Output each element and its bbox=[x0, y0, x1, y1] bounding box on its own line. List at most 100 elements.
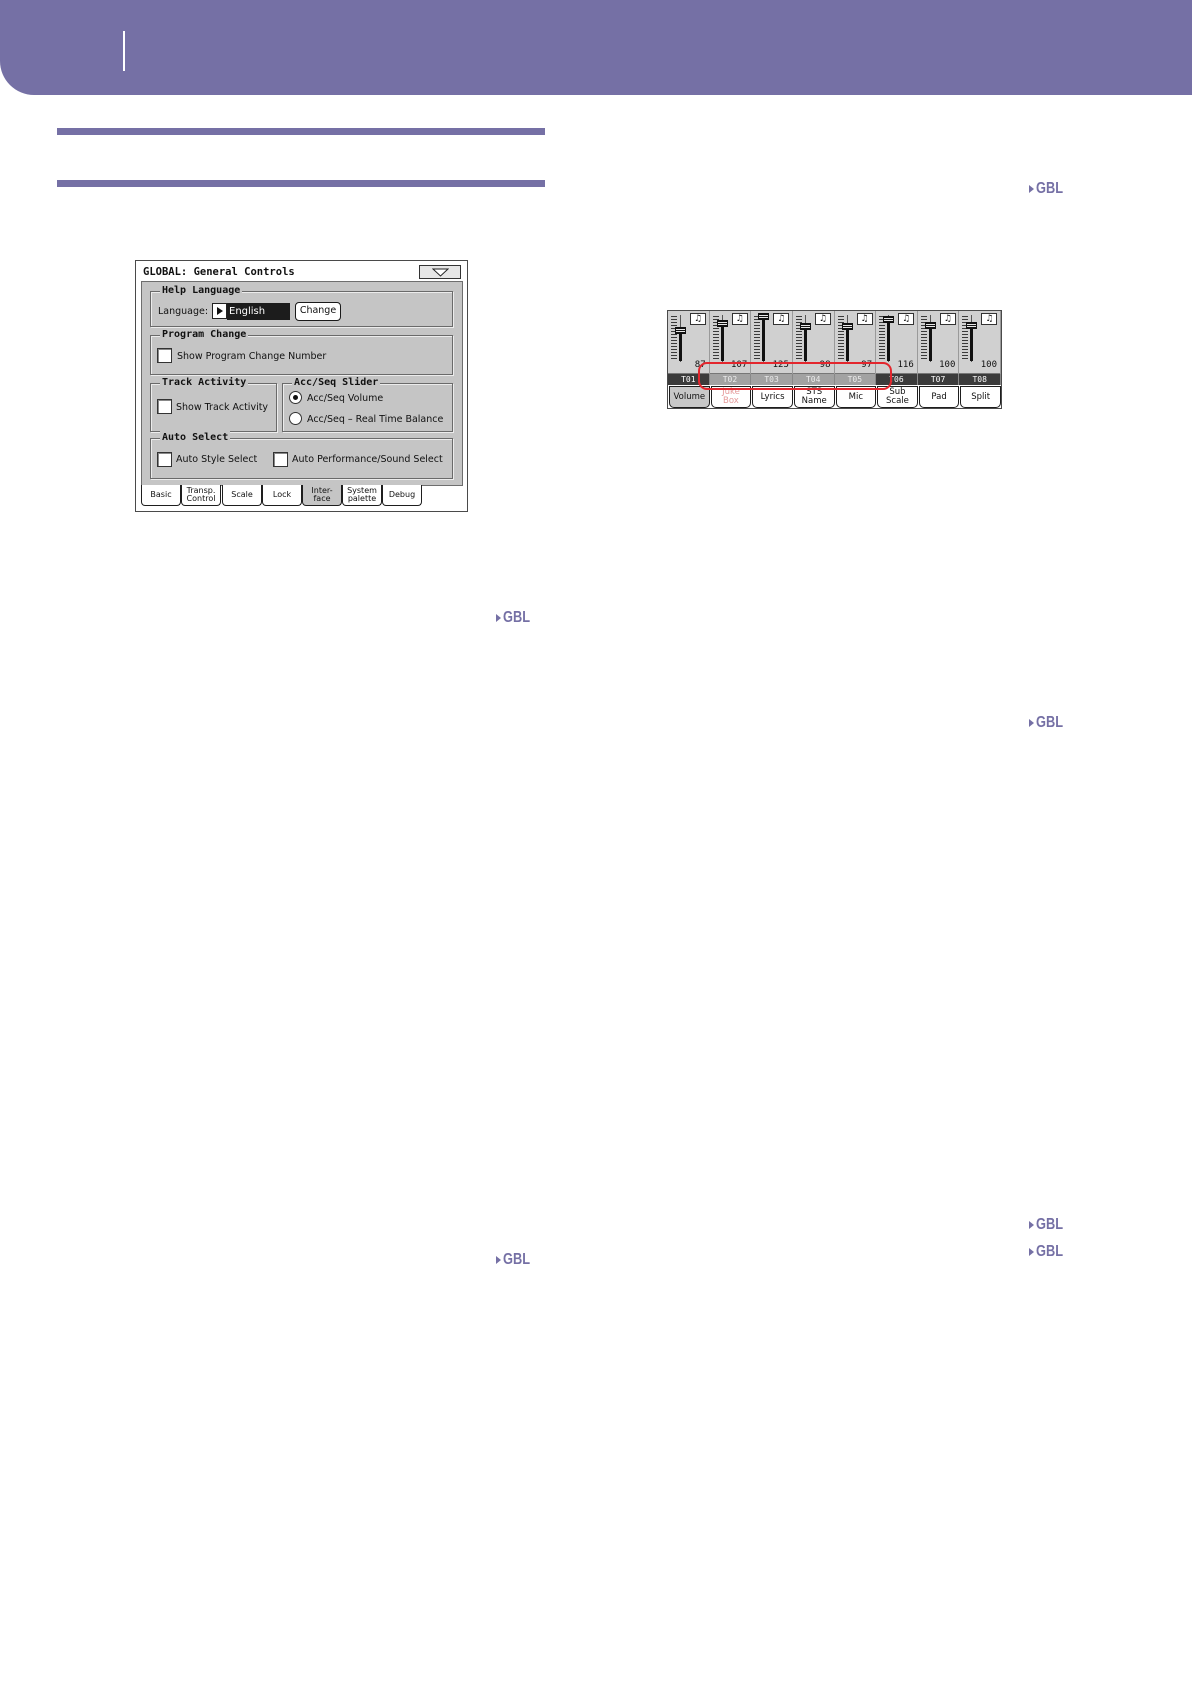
volume-value: 87 bbox=[694, 360, 706, 370]
show-track-activity-checkbox[interactable] bbox=[157, 399, 172, 414]
volume-slider-knob[interactable] bbox=[758, 313, 770, 321]
help-language-heading: Help Language bbox=[160, 284, 243, 297]
slider-level-fill bbox=[803, 326, 807, 361]
note-icon[interactable] bbox=[773, 313, 790, 325]
auto-performance-select-checkbox[interactable] bbox=[273, 452, 288, 467]
gbl-marker-label: GBL bbox=[503, 1251, 531, 1268]
volume-slider-knob[interactable] bbox=[841, 323, 853, 331]
gbl-reference-marker: GBL bbox=[1029, 180, 1069, 197]
show-program-change-label: Show Program Change Number bbox=[177, 351, 327, 362]
slider-level-fill bbox=[845, 326, 849, 361]
auto-select-group: Auto Select Auto Style Select Auto Perfo… bbox=[150, 431, 453, 479]
slider-level-fill bbox=[928, 325, 932, 361]
slider-scale-ticks bbox=[754, 316, 761, 361]
auto-performance-select-label: Auto Performance/Sound Select bbox=[292, 454, 443, 465]
gbl-reference-marker: GBL bbox=[1029, 1243, 1069, 1260]
track-label: T02 bbox=[709, 374, 752, 385]
note-icon[interactable] bbox=[731, 313, 748, 325]
track-label: T05 bbox=[834, 374, 877, 385]
triangle-right-icon bbox=[1029, 1220, 1034, 1229]
note-icon[interactable] bbox=[898, 313, 915, 325]
mixer-channel: 98 bbox=[793, 311, 835, 374]
tab-scale[interactable]: Scale bbox=[222, 485, 262, 506]
track-label: T03 bbox=[751, 374, 793, 385]
tab-debug[interactable]: Debug bbox=[382, 485, 422, 506]
manual-page: GBL GBL GBL GBL GBL GBL GLOBAL: General … bbox=[0, 0, 1192, 1686]
slider-level-fill bbox=[970, 325, 974, 361]
volume-slider-knob[interactable] bbox=[799, 322, 811, 330]
note-icon[interactable] bbox=[690, 313, 706, 325]
triangle-right-icon bbox=[217, 306, 223, 315]
gbl-marker-label: GBL bbox=[1036, 1243, 1064, 1260]
language-value-field[interactable]: English bbox=[227, 303, 290, 320]
slider-scale-ticks bbox=[671, 316, 677, 361]
help-language-group: Help Language Language: English Change bbox=[150, 284, 453, 327]
triangle-right-icon bbox=[496, 613, 501, 622]
language-selector-arrow[interactable] bbox=[212, 303, 227, 319]
tab-juke-box[interactable]: Juke Box bbox=[710, 386, 752, 408]
tab-split[interactable]: Split bbox=[960, 386, 1001, 408]
tab-volume[interactable]: Volume bbox=[669, 386, 710, 408]
tab-lock[interactable]: Lock bbox=[262, 485, 302, 506]
acc-seq-volume-label: Acc/Seq Volume bbox=[307, 393, 384, 404]
mixer-channel: 87 bbox=[668, 311, 710, 374]
triangle-right-icon bbox=[496, 1255, 501, 1264]
tab-basic[interactable]: Basic bbox=[141, 485, 181, 506]
track-activity-heading: Track Activity bbox=[160, 376, 249, 389]
slider-level-fill bbox=[762, 316, 766, 361]
mixer-channel: 107 bbox=[710, 311, 752, 374]
mixer-sliders-area: 87 107 125 98 97 116 100 100 bbox=[668, 311, 1001, 374]
tab-pad[interactable]: Pad bbox=[918, 386, 960, 408]
show-program-change-checkbox[interactable] bbox=[157, 348, 172, 363]
track-label: T06 bbox=[876, 374, 918, 385]
tab-system-palette[interactable]: System palette bbox=[342, 485, 382, 506]
track-label: T08 bbox=[959, 374, 1001, 385]
tab-interface[interactable]: Inter- face bbox=[302, 485, 342, 506]
section-rule-top bbox=[57, 128, 545, 135]
mixer-channel: 100 bbox=[918, 311, 960, 374]
track-label: T04 bbox=[792, 374, 835, 385]
note-icon[interactable] bbox=[814, 313, 831, 325]
header-band bbox=[0, 0, 1192, 95]
real-time-balance-label: Acc/Seq – Real Time Balance bbox=[307, 414, 444, 425]
mixer-screenshot: 87 107 125 98 97 116 100 100 T01T02T03T04T05T06… bbox=[667, 310, 1002, 409]
volume-slider-knob[interactable] bbox=[675, 326, 686, 334]
tab-lyrics[interactable]: Lyrics bbox=[752, 386, 793, 408]
gbl-marker-label: GBL bbox=[1036, 180, 1064, 197]
tab-sts-name[interactable]: STS Name bbox=[793, 386, 835, 408]
header-divider bbox=[123, 31, 125, 71]
note-icon[interactable] bbox=[856, 313, 873, 325]
slider-level-fill bbox=[887, 319, 891, 361]
volume-slider-knob[interactable] bbox=[716, 319, 728, 327]
dropdown-arrow-icon bbox=[432, 268, 449, 277]
tab-transp-control[interactable]: Transp. Control bbox=[181, 485, 221, 506]
volume-value: 98 bbox=[819, 360, 831, 370]
note-icon[interactable] bbox=[981, 313, 998, 325]
triangle-right-icon bbox=[1029, 718, 1034, 727]
volume-slider-knob[interactable] bbox=[966, 322, 978, 330]
volume-value: 125 bbox=[772, 360, 789, 370]
real-time-balance-radio[interactable] bbox=[289, 412, 302, 425]
mixer-channel: 125 bbox=[751, 311, 793, 374]
page-menu-button[interactable] bbox=[419, 265, 461, 279]
change-language-button[interactable]: Change bbox=[295, 302, 341, 321]
gbl-reference-marker: GBL bbox=[496, 1251, 536, 1268]
triangle-right-icon bbox=[1029, 1247, 1034, 1256]
tab-mic[interactable]: Mic bbox=[835, 386, 877, 408]
slider-level-fill bbox=[720, 323, 724, 361]
slider-level-fill bbox=[679, 330, 682, 361]
page-title: GLOBAL: General Controls bbox=[143, 266, 295, 278]
gbl-reference-marker: GBL bbox=[496, 609, 536, 626]
section-rule-bottom bbox=[57, 180, 545, 187]
acc-seq-volume-radio[interactable] bbox=[289, 391, 302, 404]
gbl-reference-marker: GBL bbox=[1029, 1216, 1069, 1233]
note-icon[interactable] bbox=[939, 313, 956, 325]
volume-slider-knob[interactable] bbox=[924, 322, 936, 330]
volume-slider-knob[interactable] bbox=[883, 316, 895, 324]
acc-seq-slider-group: Acc/Seq Slider Acc/Seq Volume Acc/Seq – … bbox=[282, 376, 453, 432]
auto-select-heading: Auto Select bbox=[160, 431, 231, 444]
mixer-channel: 97 bbox=[835, 311, 877, 374]
tab-sub-scale[interactable]: Sub Scale bbox=[877, 386, 918, 408]
auto-style-select-checkbox[interactable] bbox=[157, 452, 172, 467]
auto-style-select-label: Auto Style Select bbox=[176, 454, 258, 465]
